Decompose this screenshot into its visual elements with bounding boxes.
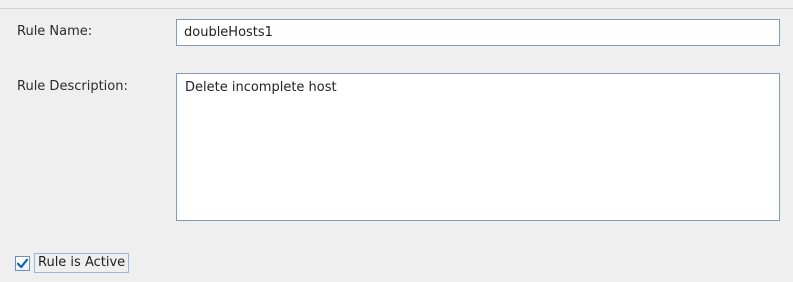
check-icon <box>16 258 29 268</box>
rule-active-checkbox-row[interactable]: Rule is Active <box>15 253 130 273</box>
rule-active-label[interactable]: Rule is Active <box>34 253 130 273</box>
top-divider <box>0 8 793 9</box>
rule-description-textarea[interactable]: Delete incomplete host <box>176 73 780 221</box>
rule-description-label: Rule Description: <box>17 79 128 94</box>
rule-editor-panel: Rule Name: doubleHosts1 Rule Description… <box>0 0 793 282</box>
rule-name-input[interactable]: doubleHosts1 <box>176 19 780 46</box>
rule-name-label: Rule Name: <box>17 24 93 39</box>
rule-active-checkbox[interactable] <box>15 255 30 271</box>
